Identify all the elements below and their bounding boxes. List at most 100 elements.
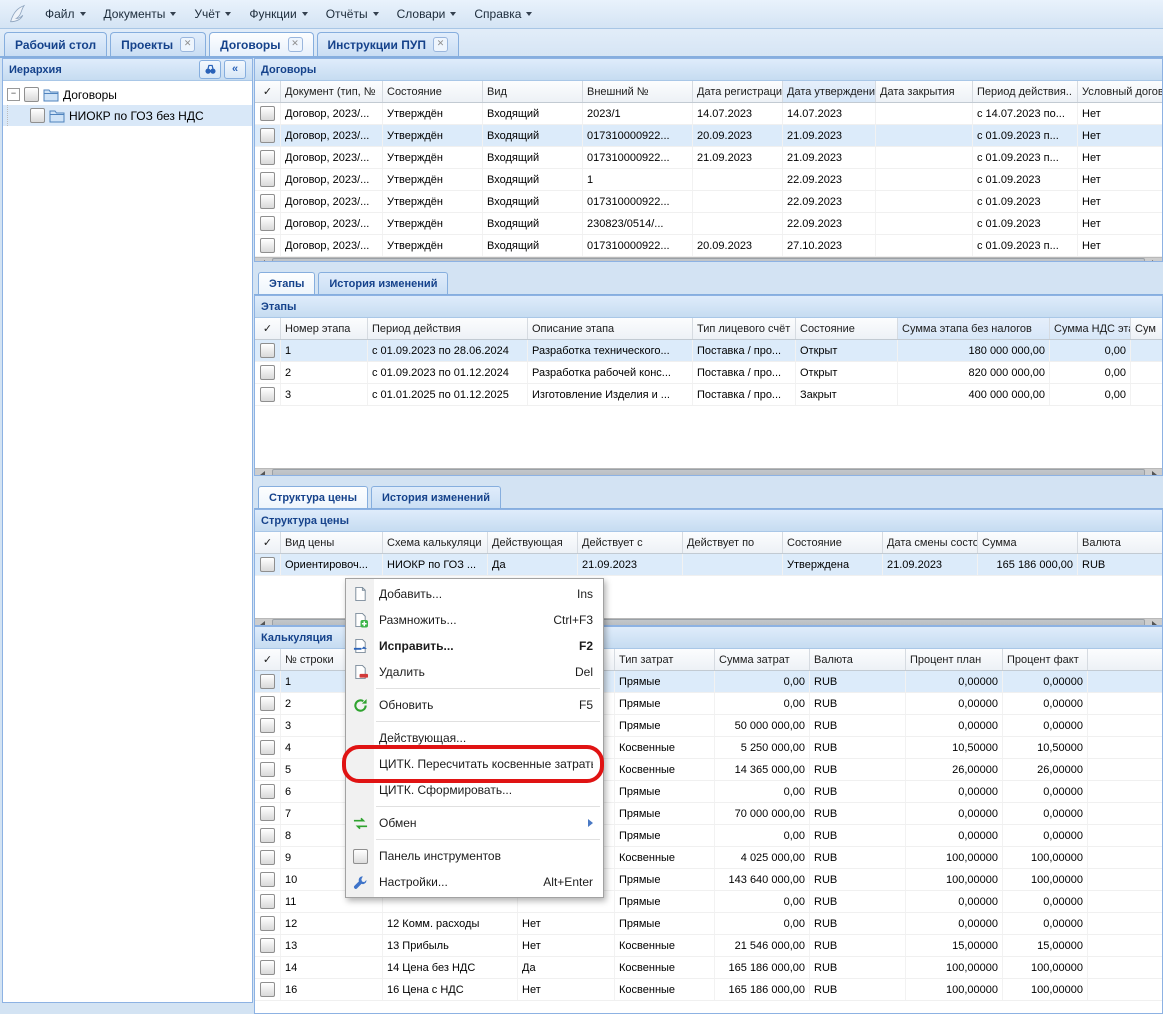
row-checkbox[interactable] xyxy=(260,674,275,689)
menu-item-duplicate[interactable]: Размножить...Ctrl+F3 xyxy=(346,607,603,633)
row-checkbox-cell[interactable] xyxy=(255,979,281,1000)
column-header[interactable]: Процент план xyxy=(906,649,1003,670)
row-checkbox[interactable] xyxy=(260,718,275,733)
row-checkbox[interactable] xyxy=(260,696,275,711)
menu-item-exchange[interactable]: Обмен xyxy=(346,810,603,836)
table-row[interactable]: 1212 Комм. расходыНетПрямые0,00RUB0,0000… xyxy=(255,913,1162,935)
column-header[interactable]: Описание этапа xyxy=(528,318,693,339)
table-row[interactable]: 2с 01.09.2023 по 01.12.2024Разработка ра… xyxy=(255,362,1162,384)
column-header[interactable]: Валюта xyxy=(1078,532,1163,553)
column-header[interactable]: Внешний № xyxy=(583,81,693,102)
table-row[interactable]: Договор, 2023/...УтверждёнВходящий122.09… xyxy=(255,169,1162,191)
menu-item-set-current[interactable]: Действующая... xyxy=(346,725,603,751)
row-checkbox[interactable] xyxy=(260,238,275,253)
row-checkbox-cell[interactable] xyxy=(255,935,281,956)
row-checkbox-cell[interactable] xyxy=(255,384,281,405)
close-icon[interactable]: ✕ xyxy=(433,37,448,52)
row-checkbox-cell[interactable] xyxy=(255,213,281,234)
menubar-item-reports[interactable]: Отчёты xyxy=(317,4,388,24)
row-checkbox-cell[interactable] xyxy=(255,847,281,868)
row-checkbox-cell[interactable] xyxy=(255,671,281,692)
tab-price-structure[interactable]: Структура цены xyxy=(258,486,368,508)
row-checkbox-cell[interactable] xyxy=(255,191,281,212)
select-all-header[interactable]: ✓ xyxy=(255,532,281,553)
row-checkbox[interactable] xyxy=(260,916,275,931)
row-checkbox-cell[interactable] xyxy=(255,825,281,846)
hierarchy-search-button[interactable] xyxy=(199,60,221,79)
menubar-item-file[interactable]: Файл xyxy=(36,4,95,24)
row-checkbox[interactable] xyxy=(260,343,275,358)
row-checkbox-cell[interactable] xyxy=(255,957,281,978)
column-header[interactable]: Сумма этапа без налогов xyxy=(898,318,1050,339)
scroll-left-icon[interactable] xyxy=(255,258,270,262)
row-checkbox[interactable] xyxy=(260,194,275,209)
tree-node-contracts[interactable]: − Договоры xyxy=(3,84,252,105)
table-row[interactable]: 3с 01.01.2025 по 01.12.2025Изготовление … xyxy=(255,384,1162,406)
row-checkbox-cell[interactable] xyxy=(255,759,281,780)
row-checkbox[interactable] xyxy=(260,982,275,997)
menu-item-refresh[interactable]: ОбновитьF5 xyxy=(346,692,603,718)
menubar-item-functions[interactable]: Функции xyxy=(240,4,316,24)
column-header[interactable]: Состояние xyxy=(783,532,883,553)
table-row[interactable]: Договор, 2023/...УтверждёнВходящий230823… xyxy=(255,213,1162,235)
horizontal-scrollbar[interactable] xyxy=(255,468,1162,476)
table-row[interactable]: Договор, 2023/...УтверждёнВходящий017310… xyxy=(255,125,1162,147)
hierarchy-collapse-button[interactable]: « xyxy=(224,60,246,79)
select-all-header[interactable]: ✓ xyxy=(255,81,281,102)
menu-item-citk-recalculate-indirect-costs[interactable]: ЦИТК. Пересчитать косвенные затраты... xyxy=(346,751,603,777)
table-row[interactable]: Договор, 2023/...УтверждёнВходящий017310… xyxy=(255,147,1162,169)
row-checkbox[interactable] xyxy=(260,216,275,231)
column-header[interactable]: Вид xyxy=(483,81,583,102)
row-checkbox[interactable] xyxy=(260,938,275,953)
row-checkbox[interactable] xyxy=(260,557,275,572)
row-checkbox-cell[interactable] xyxy=(255,869,281,890)
column-header[interactable]: Вид цены xyxy=(281,532,383,553)
column-header[interactable]: Условный догов xyxy=(1078,81,1163,102)
column-header[interactable]: Период действия xyxy=(368,318,528,339)
table-row[interactable]: Договор, 2023/...УтверждёнВходящий2023/1… xyxy=(255,103,1162,125)
column-header[interactable]: Состояние xyxy=(796,318,898,339)
column-header[interactable]: Сумма НДС этапа xyxy=(1050,318,1131,339)
table-row[interactable]: 1414 Цена без НДСДаКосвенные165 186 000,… xyxy=(255,957,1162,979)
column-header[interactable] xyxy=(1088,649,1163,670)
scroll-right-icon[interactable] xyxy=(1147,619,1162,626)
column-header[interactable]: Дата закрытия xyxy=(876,81,973,102)
row-checkbox[interactable] xyxy=(260,150,275,165)
row-checkbox-cell[interactable] xyxy=(255,913,281,934)
table-row[interactable]: Ориентировоч...НИОКР по ГОЗ ...Да21.09.2… xyxy=(255,554,1162,576)
scroll-left-icon[interactable] xyxy=(255,469,270,476)
column-header[interactable]: Схема калькуляци xyxy=(383,532,488,553)
column-header[interactable]: Дата смены состоя xyxy=(883,532,978,553)
scroll-right-icon[interactable] xyxy=(1147,469,1162,476)
tab-desktop[interactable]: Рабочий стол xyxy=(4,32,107,56)
tab-contracts[interactable]: Договоры✕ xyxy=(209,32,313,56)
tab-stages[interactable]: Этапы xyxy=(258,272,315,294)
row-checkbox-cell[interactable] xyxy=(255,235,281,256)
tree-node-niokr[interactable]: НИОКР по ГОЗ без НДС xyxy=(3,105,252,126)
column-header[interactable]: Состояние xyxy=(383,81,483,102)
row-checkbox-cell[interactable] xyxy=(255,693,281,714)
column-header[interactable]: Действует с xyxy=(578,532,683,553)
close-icon[interactable]: ✕ xyxy=(180,37,195,52)
column-header[interactable]: Период действия.. xyxy=(973,81,1078,102)
row-checkbox[interactable] xyxy=(260,387,275,402)
column-header[interactable]: Сум xyxy=(1131,318,1163,339)
close-icon[interactable]: ✕ xyxy=(288,37,303,52)
row-checkbox[interactable] xyxy=(260,894,275,909)
table-row[interactable]: 1с 01.09.2023 по 28.06.2024Разработка те… xyxy=(255,340,1162,362)
menubar-item-help[interactable]: Справка xyxy=(465,4,541,24)
menu-item-add[interactable]: Добавить...Ins xyxy=(346,581,603,607)
row-checkbox[interactable] xyxy=(260,784,275,799)
scroll-left-icon[interactable] xyxy=(255,619,270,626)
row-checkbox-cell[interactable] xyxy=(255,803,281,824)
row-checkbox[interactable] xyxy=(260,128,275,143)
table-row[interactable]: Договор, 2023/...УтверждёнВходящий017310… xyxy=(255,191,1162,213)
tree-node-label[interactable]: НИОКР по ГОЗ без НДС xyxy=(69,109,204,123)
row-checkbox-cell[interactable] xyxy=(255,147,281,168)
horizontal-scrollbar[interactable] xyxy=(255,257,1162,262)
tab-projects[interactable]: Проекты✕ xyxy=(110,32,206,56)
table-row[interactable]: 1313 ПрибыльНетКосвенные21 546 000,00RUB… xyxy=(255,935,1162,957)
menubar-item-documents[interactable]: Документы xyxy=(95,4,186,24)
tree-node-checkbox[interactable] xyxy=(24,87,39,102)
menu-item-delete[interactable]: УдалитьDel xyxy=(346,659,603,685)
